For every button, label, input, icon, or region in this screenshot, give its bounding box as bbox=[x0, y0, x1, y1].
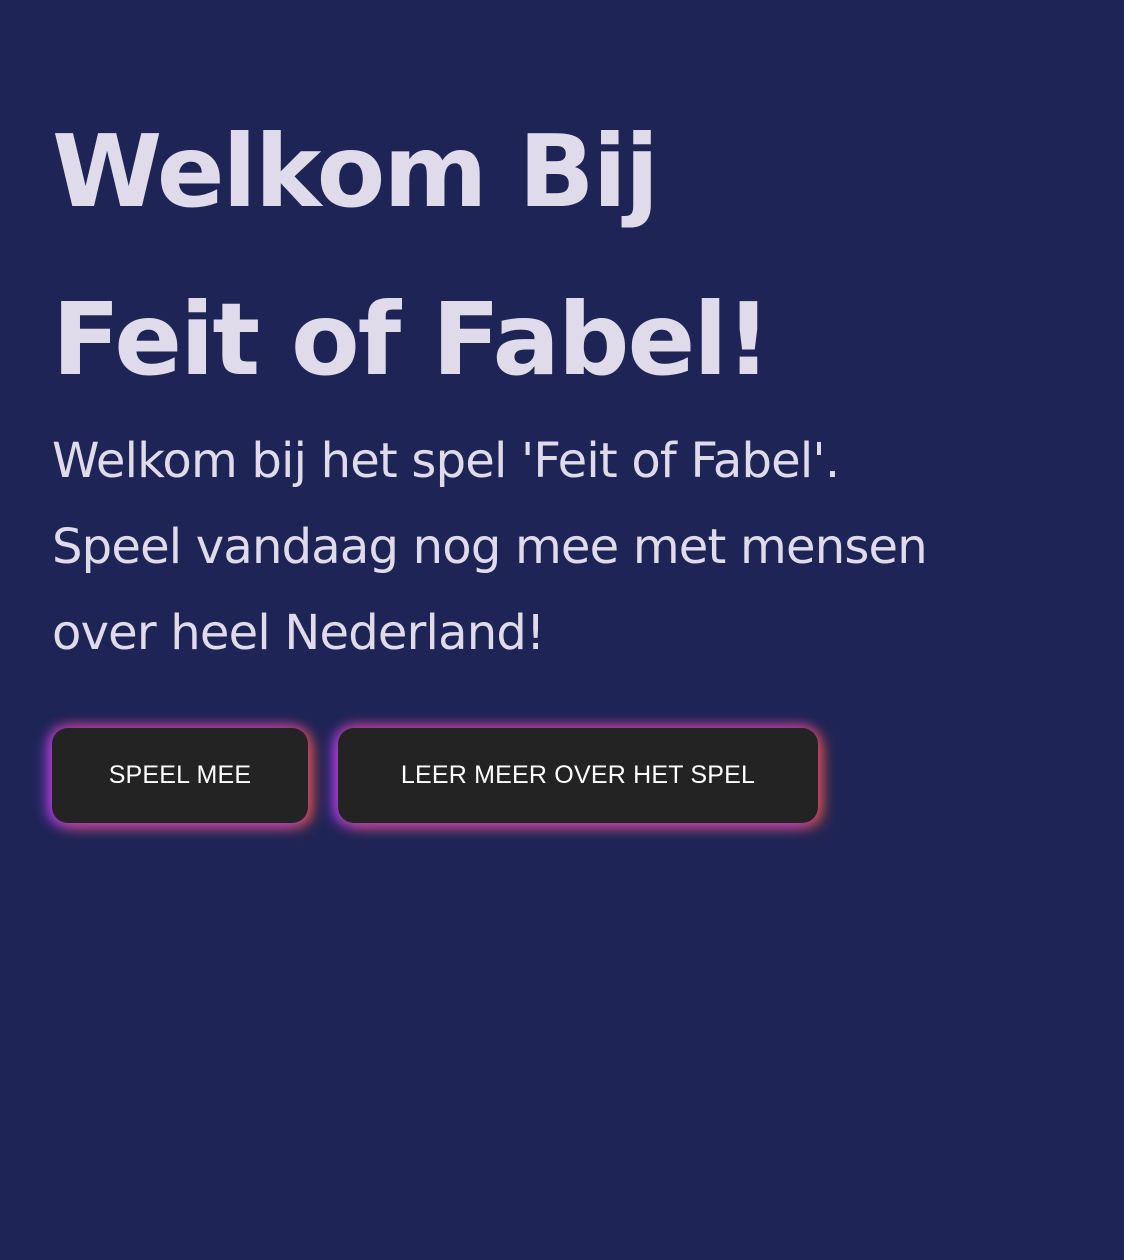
hero-intro-line-3: over heel Nederland! bbox=[52, 605, 545, 661]
learn-more-button[interactable]: LEER MEER OVER HET SPEL bbox=[338, 728, 818, 823]
play-button[interactable]: SPEEL MEE bbox=[52, 728, 308, 823]
hero-section: Welkom Bij Feit of Fabel! Welkom bij het… bbox=[52, 88, 1124, 676]
hero-title: Welkom Bij Feit of Fabel! bbox=[52, 88, 1124, 424]
hero-intro-line-2: Speel vandaag nog mee met mensen bbox=[52, 519, 928, 575]
hero-intro-text: Welkom bij het spel 'Feit of Fabel'. Spe… bbox=[52, 418, 1124, 676]
hero-title-line-1: Welkom Bij bbox=[52, 113, 659, 230]
hero-actions: SPEEL MEE LEER MEER OVER HET SPEL bbox=[52, 728, 818, 823]
hero-title-line-2: Feit of Fabel! bbox=[52, 281, 771, 398]
hero-intro-line-1: Welkom bij het spel 'Feit of Fabel'. bbox=[52, 433, 840, 489]
